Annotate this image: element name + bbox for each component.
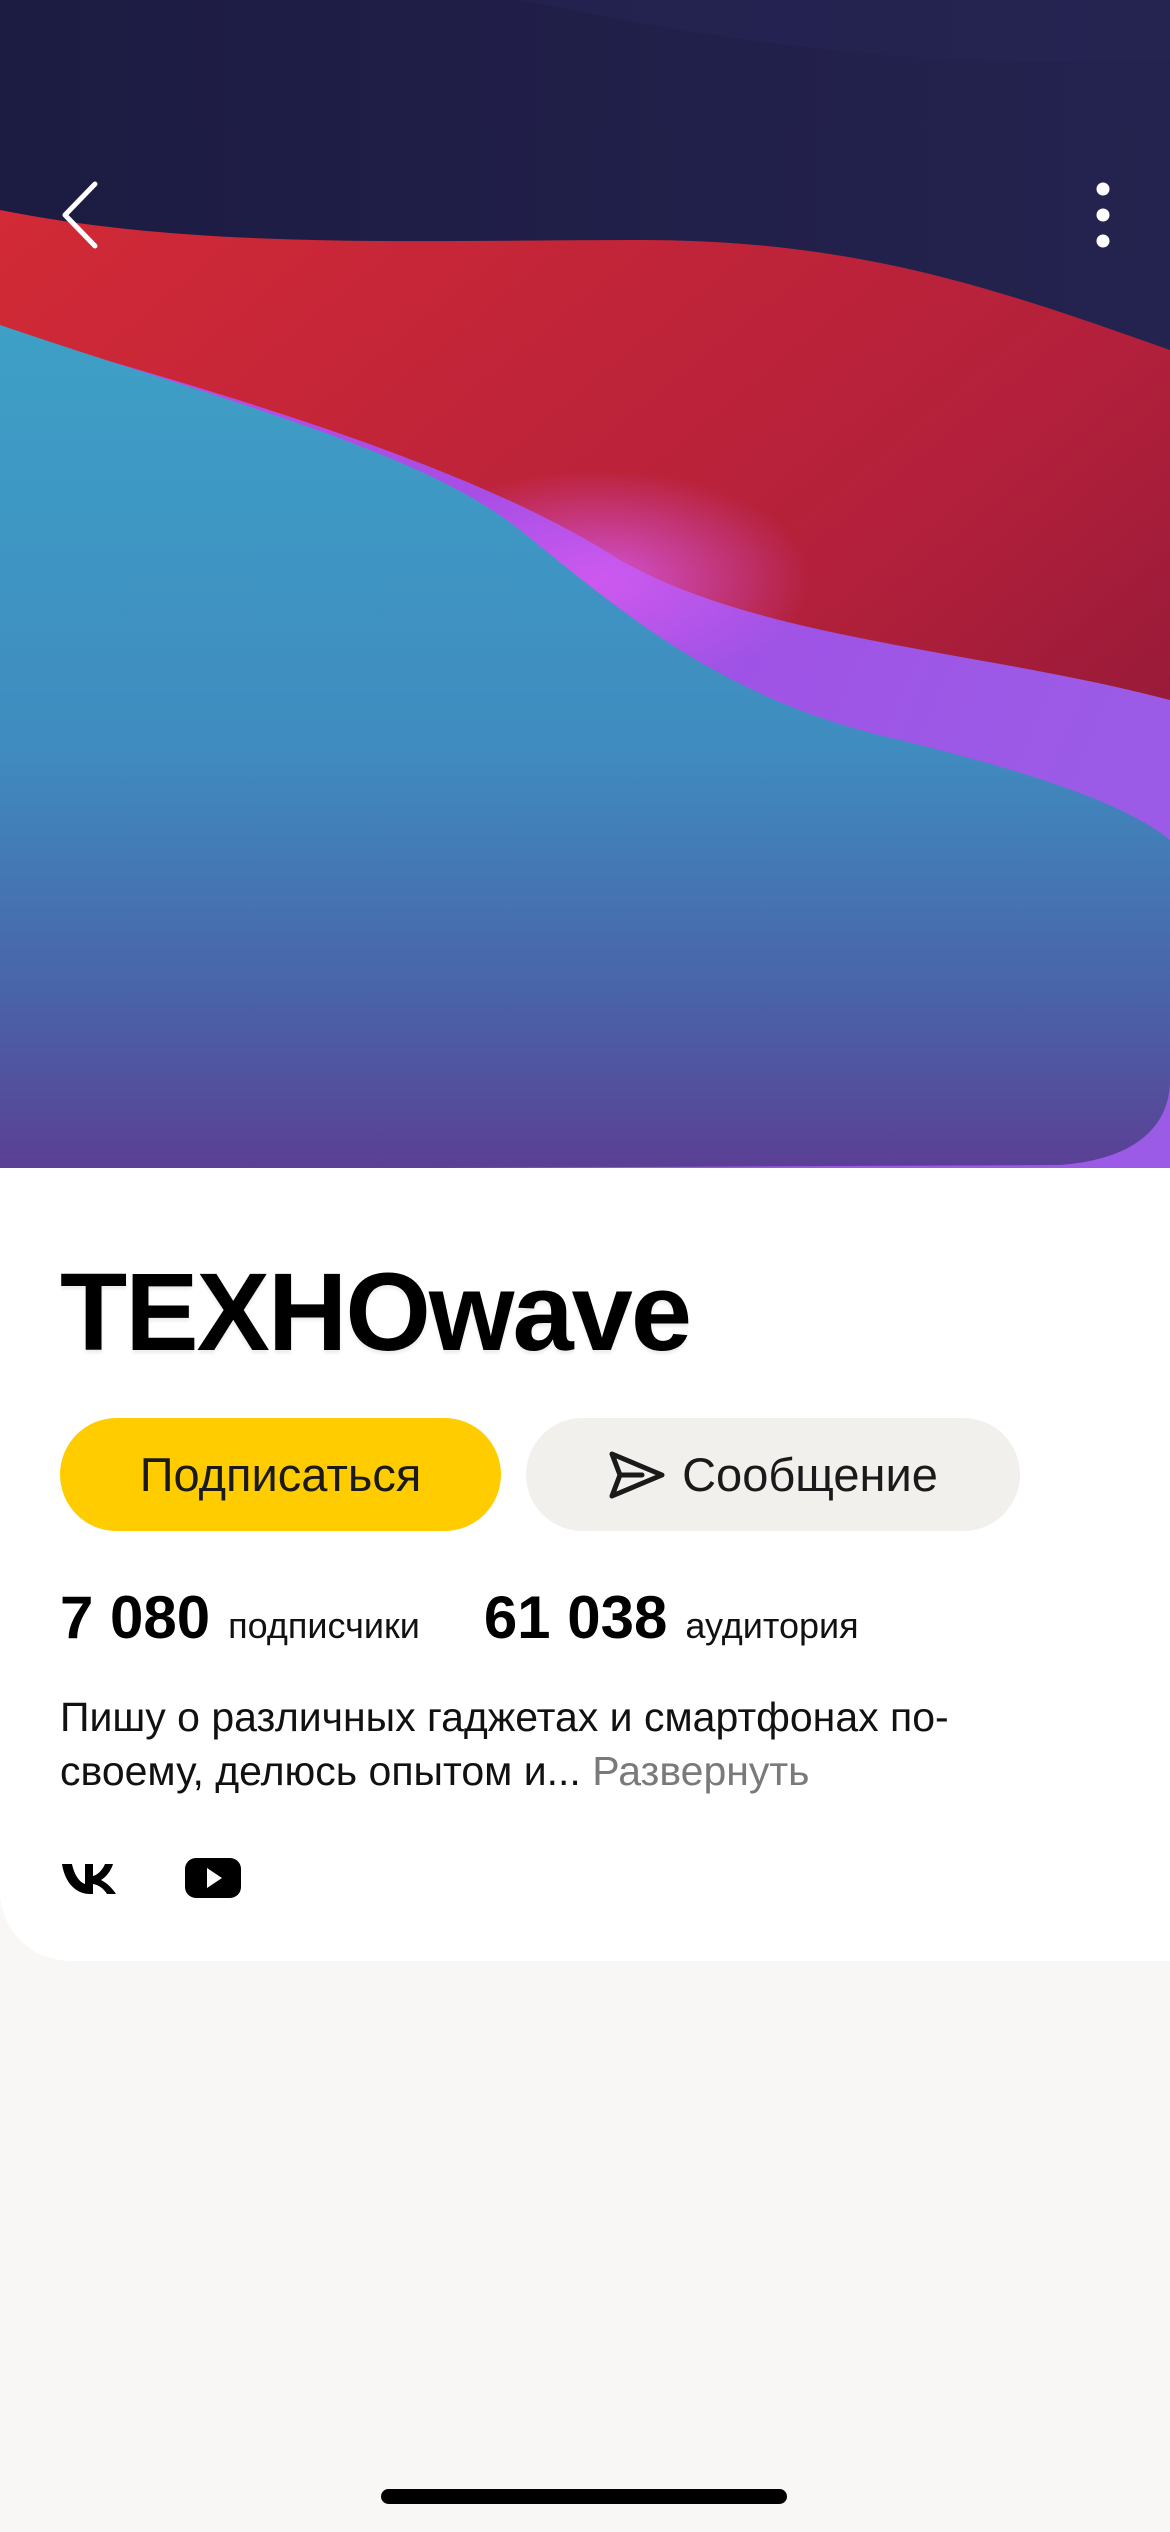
expand-description-link[interactable]: Развернуть: [592, 1748, 809, 1794]
paper-plane-icon: [608, 1449, 666, 1501]
back-chevron-icon: [62, 181, 98, 249]
channel-stats: 7 080 подписчики 61 038 аудитория: [60, 1583, 859, 1663]
channel-title: TEXHOwave: [60, 1251, 692, 1374]
channel-cover-image: [0, 0, 1170, 1170]
channel-screen: TEXHOwave Подписаться Сообщение 7 080 по…: [0, 0, 1170, 2532]
vk-link[interactable]: [60, 1848, 120, 1908]
channel-description: Пишу о различных гаджетах и смартфонах п…: [60, 1690, 1040, 1798]
more-options-button[interactable]: [1058, 170, 1148, 260]
subscribe-button[interactable]: Подписаться: [60, 1418, 501, 1531]
channel-info-card: TEXHOwave Подписаться Сообщение 7 080 по…: [0, 1168, 1170, 1961]
audience-count: 61 038: [483, 1584, 668, 1651]
message-button[interactable]: Сообщение: [526, 1418, 1020, 1531]
message-button-label: Сообщение: [682, 1448, 938, 1501]
youtube-link[interactable]: [184, 1848, 242, 1908]
back-button[interactable]: [36, 170, 126, 260]
subscribe-button-label: Подписаться: [139, 1448, 422, 1501]
social-links: [60, 1848, 242, 1908]
subscribers-count: 7 080: [60, 1584, 211, 1651]
subscribers-label: подписчики: [228, 1605, 420, 1646]
home-indicator[interactable]: [381, 2489, 787, 2504]
youtube-icon: [185, 1858, 241, 1898]
vk-icon: [62, 1864, 116, 1894]
more-vertical-icon: [1096, 182, 1110, 248]
description-text: Пишу о различных гаджетах и смартфонах п…: [60, 1694, 949, 1794]
audience-label: аудитория: [685, 1605, 859, 1646]
